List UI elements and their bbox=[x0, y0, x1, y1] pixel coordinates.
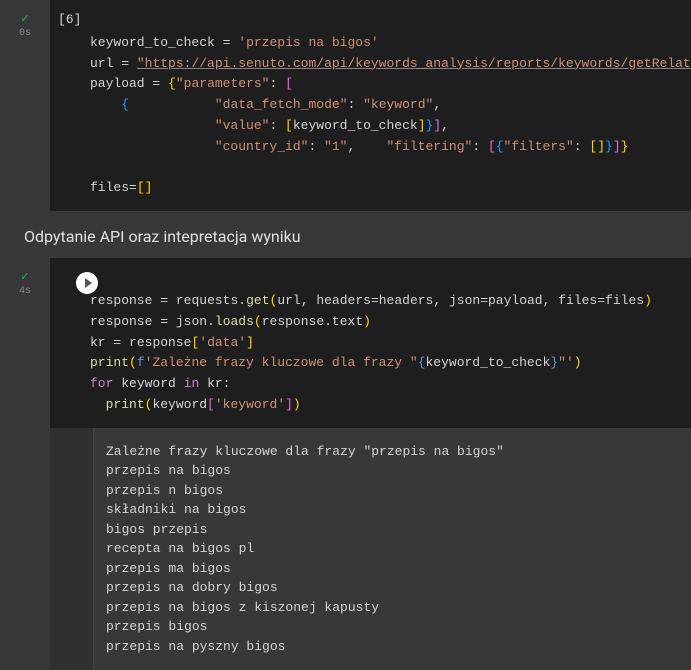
code-token: "filters" bbox=[504, 139, 574, 154]
success-icon: ✓ bbox=[20, 270, 29, 284]
code-token: keyword_to_check bbox=[426, 355, 551, 370]
code-token: "keyword" bbox=[363, 97, 433, 112]
code-cell-2: ✓ 4s response = requests.get(url, header… bbox=[0, 258, 691, 670]
success-icon: ✓ bbox=[20, 12, 29, 26]
code-token: keyword bbox=[121, 376, 176, 391]
cell-gutter: ✓ 4s bbox=[0, 258, 50, 670]
code-token: "filtering" bbox=[386, 139, 472, 154]
code-token: headers bbox=[379, 293, 434, 308]
code-token: loads bbox=[215, 314, 254, 329]
code-token: kr bbox=[207, 376, 223, 391]
code-token: for bbox=[90, 376, 113, 391]
code-token: url bbox=[90, 56, 113, 71]
cell-body[interactable]: [6] keyword_to_check = 'przepis na bigos… bbox=[50, 0, 691, 211]
code-editor[interactable]: keyword_to_check = 'przepis na bigos' ur… bbox=[50, 0, 691, 211]
code-token: keyword bbox=[152, 397, 207, 412]
code-token: f bbox=[137, 355, 145, 370]
cell-output: Zależne frazy kluczowe dla frazy "przepi… bbox=[50, 428, 691, 670]
code-token: files bbox=[90, 180, 129, 195]
code-token: response bbox=[129, 335, 191, 350]
code-token: headers bbox=[316, 293, 371, 308]
code-token: keyword_to_check bbox=[90, 35, 215, 50]
execution-count: [6] bbox=[58, 12, 81, 27]
code-token: response bbox=[90, 293, 152, 308]
code-token: get bbox=[246, 293, 269, 308]
code-token: 'Zależne frazy kluczowe dla frazy " bbox=[145, 355, 418, 370]
code-token: json bbox=[449, 293, 480, 308]
code-token: "value" bbox=[215, 118, 270, 133]
code-token: response bbox=[90, 314, 152, 329]
code-token: 'keyword' bbox=[215, 397, 285, 412]
code-token: url bbox=[277, 293, 300, 308]
code-token: payload bbox=[90, 76, 145, 91]
code-token: 'data' bbox=[199, 335, 246, 350]
output-gutter bbox=[50, 428, 94, 670]
code-token: "country_id" bbox=[215, 139, 309, 154]
code-token: print bbox=[106, 397, 145, 412]
code-token: payload bbox=[488, 293, 543, 308]
execution-time: 4s bbox=[19, 286, 31, 297]
code-token: "' bbox=[558, 355, 574, 370]
cell-gutter: ✓ 0s bbox=[0, 0, 50, 211]
code-token: "https://api.senuto.com/api/keywords_ana… bbox=[137, 56, 691, 71]
code-token: files bbox=[558, 293, 597, 308]
code-token: response.text bbox=[262, 314, 363, 329]
section-heading: Odpytanie API oraz intepretacja wyniku bbox=[0, 219, 691, 258]
code-token: "data_fetch_mode" bbox=[215, 97, 348, 112]
cell-body[interactable]: response = requests.get(url, headers=hea… bbox=[50, 258, 691, 670]
code-token: in bbox=[184, 376, 200, 391]
code-token: requests bbox=[176, 293, 238, 308]
execution-time: 0s bbox=[19, 28, 31, 39]
code-token: "parameters" bbox=[176, 76, 270, 91]
code-token: kr bbox=[90, 335, 106, 350]
code-token: 'przepis na bigos' bbox=[238, 35, 378, 50]
code-editor[interactable]: response = requests.get(url, headers=hea… bbox=[50, 258, 691, 428]
output-text: Zależne frazy kluczowe dla frazy "przepi… bbox=[94, 428, 691, 670]
code-cell-1: ✓ 0s [6] keyword_to_check = 'przepis na … bbox=[0, 0, 691, 211]
code-token: files bbox=[605, 293, 644, 308]
run-cell-button[interactable] bbox=[76, 272, 98, 294]
code-token: json bbox=[176, 314, 207, 329]
code-token: print bbox=[90, 355, 129, 370]
code-token: keyword_to_check bbox=[293, 118, 418, 133]
code-token: "1" bbox=[324, 139, 347, 154]
